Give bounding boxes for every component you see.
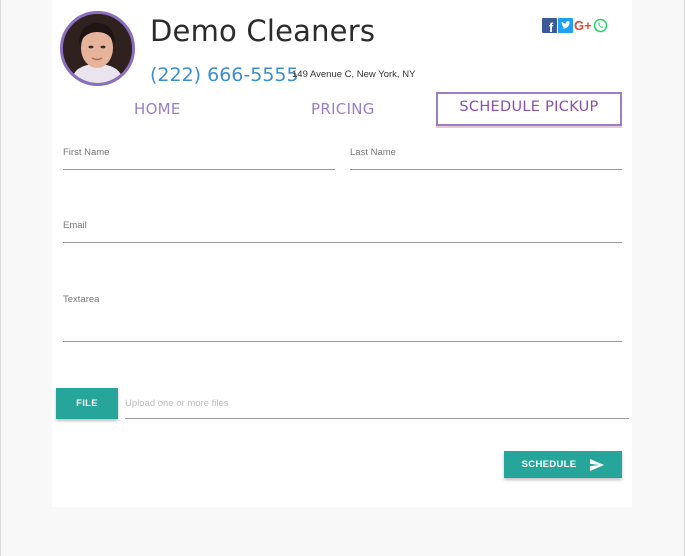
business-address: 149 Avenue C, New York, NY — [292, 69, 416, 80]
email-label: Email — [63, 220, 87, 231]
schedule-button-label: SCHEDULE — [521, 459, 577, 470]
last-name-label: Last Name — [350, 147, 396, 158]
google-plus-icon[interactable]: G+ — [574, 18, 592, 33]
social-links: f G+ — [542, 18, 608, 35]
file-path-input[interactable] — [125, 418, 629, 419]
phone-number[interactable]: (222) 666-5555 — [150, 64, 299, 86]
textarea-label: Textarea — [63, 294, 100, 305]
svg-text:f: f — [549, 20, 554, 33]
send-icon — [590, 458, 605, 471]
avatar — [60, 11, 135, 86]
first-name-field[interactable] — [63, 169, 335, 170]
first-name-label: First Name — [63, 147, 110, 158]
twitter-icon[interactable] — [558, 18, 573, 33]
facebook-icon[interactable]: f — [542, 18, 557, 35]
business-name: Demo Cleaners — [150, 14, 376, 48]
nav-pricing[interactable]: PRICING — [311, 100, 375, 118]
last-name-field[interactable] — [350, 169, 622, 170]
nav-home[interactable]: HOME — [134, 100, 181, 118]
email-field[interactable] — [63, 242, 622, 243]
whatsapp-icon[interactable] — [593, 18, 608, 33]
file-button[interactable]: FILE — [56, 388, 118, 419]
nav-schedule-pickup[interactable]: SCHEDULE PICKUP — [436, 92, 622, 126]
textarea-field[interactable] — [63, 341, 622, 342]
schedule-submit-button[interactable]: SCHEDULE — [504, 451, 622, 478]
file-path-placeholder: Upload one or more files — [125, 398, 229, 409]
